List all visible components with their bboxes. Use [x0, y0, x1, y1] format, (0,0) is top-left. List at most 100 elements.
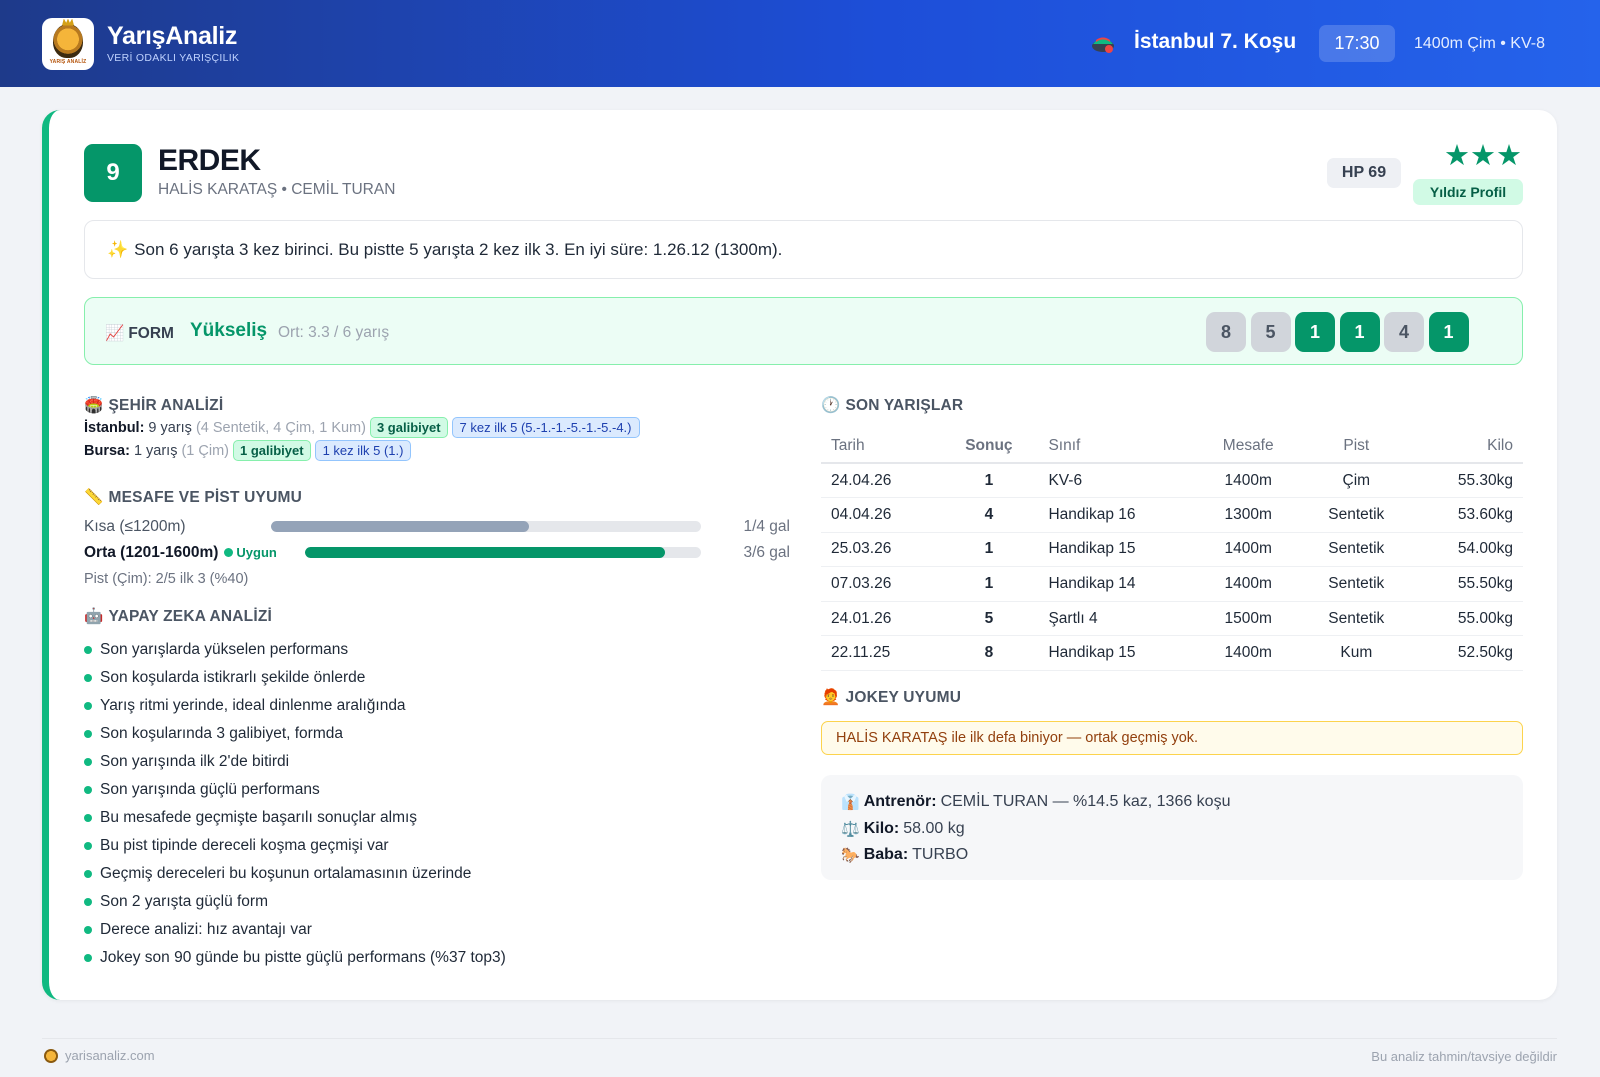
bullet-icon	[84, 730, 92, 738]
sire-line: 🐎 Baba: TURBO	[841, 846, 969, 865]
race-meta: 1400m Çim • KV-8	[1414, 35, 1545, 52]
ai-insight-item: Derece analizi: hız avantajı var	[84, 916, 506, 944]
col-weight[interactable]: Kilo	[1412, 429, 1523, 464]
ai-insight-item: Son koşularında 3 galibiyet, formda	[84, 720, 506, 748]
cell-date: 24.04.26	[821, 463, 940, 499]
bullet-icon	[84, 870, 92, 878]
top5-tag: 1 kez ilk 5 (1.)	[314, 440, 412, 461]
trainer-line: 👔 Antrenör: CEMİL TURAN — %14.5 kaz, 1366 …	[841, 793, 1231, 812]
scale-icon: ⚖️	[841, 820, 860, 838]
col-result[interactable]: Sonuç	[939, 429, 1039, 464]
logo-mini-icon	[44, 1048, 58, 1063]
ruler-icon: 📏	[84, 489, 104, 506]
bullet-icon	[84, 758, 92, 766]
cell-result: 1	[939, 566, 1039, 602]
bullet-icon	[84, 954, 92, 962]
cell-distance: 1300m	[1196, 497, 1301, 533]
cell-class: Şartlı 4	[1038, 601, 1197, 637]
ai-insight-item: Son yarışında ilk 2'de bitirdi	[84, 748, 506, 776]
ai-insight-item: Bu mesafede geçmişte başarılı sonuçlar a…	[84, 804, 506, 832]
col-class[interactable]: Sınıf	[1038, 429, 1197, 464]
cell-weight: 54.00kg	[1412, 532, 1523, 568]
bullet-icon	[84, 786, 92, 794]
wins-tag: 3 galibiyet	[369, 417, 448, 438]
ai-analysis-title: 🤖 YAPAY ZEKA ANALİZİ	[84, 608, 273, 625]
logo[interactable]: YARIŞ ANALİZ	[42, 18, 94, 70]
bullet-icon	[84, 646, 92, 654]
cell-distance: 1500m	[1196, 601, 1301, 637]
cell-date: 22.11.25	[821, 635, 940, 672]
footer-site[interactable]: yarisanaliz.com	[44, 1048, 155, 1063]
bullet-icon	[84, 898, 92, 906]
cell-track: Kum	[1300, 635, 1413, 672]
form-panel: 📈 FORM Yükseliş Ort: 3.3 / 6 yarış 851141	[84, 297, 1523, 365]
form-trend: Yükseliş	[190, 320, 268, 341]
cell-track: Sentetik	[1300, 532, 1413, 568]
horse-number-badge: 9	[84, 144, 142, 202]
cell-track: Çim	[1300, 463, 1413, 499]
summary-box: ✨ Son 6 yarışta 3 kez birinci. Bu pistte…	[84, 220, 1523, 279]
city-analysis-title: 🏟️ ŞEHİR ANALİZİ	[84, 397, 224, 414]
horse-icon: 🐎	[841, 847, 860, 865]
cell-track: Sentetik	[1300, 566, 1413, 602]
cell-result: 8	[939, 635, 1039, 672]
tie-icon: 👔	[841, 794, 860, 812]
table-row[interactable]: 24.01.26 5 Şartlı 4 1500m Sentetik 55.00kg	[821, 601, 1523, 637]
cell-track: Sentetik	[1300, 497, 1413, 533]
col-distance[interactable]: Mesafe	[1196, 429, 1301, 464]
cell-distance: 1400m	[1196, 566, 1301, 602]
table-header-row: Tarih Sonuç Sınıf Mesafe Pist Kilo	[821, 429, 1523, 464]
ai-insight-item: Son yarışlarda yükselen performans	[84, 636, 506, 664]
ai-insights-list: Son yarışlarda yükselen performans Son ko…	[84, 636, 506, 972]
table-row[interactable]: 25.03.26 1 Handikap 15 1400m Sentetik 54.00kg	[821, 532, 1523, 568]
cell-class: Handikap 15	[1038, 635, 1197, 672]
top-header: YARIŞ ANALİZ YarışAnaliz VERİ ODAKLI YAR…	[0, 0, 1600, 87]
table-row[interactable]: 22.11.25 8 Handikap 15 1400m Kum 52.50kg	[821, 635, 1523, 672]
cell-class: Handikap 14	[1038, 566, 1197, 602]
ai-insight-item: Son koşularda istikrarlı şekilde önlerde	[84, 664, 506, 692]
cell-distance: 1400m	[1196, 635, 1301, 672]
weight-line: ⚖️ Kilo: 58.00 kg	[841, 819, 965, 838]
footer-divider	[42, 1038, 1557, 1039]
recent-races-title: 🕐 SON YARIŞLAR	[821, 397, 964, 414]
distance-short-count: 1/4 gal	[743, 518, 790, 535]
wins-tag: 1 galibiyet	[232, 440, 311, 461]
ai-insight-item: Geçmiş dereceleri bu koşunun ortalamasın…	[84, 860, 506, 888]
ai-insight-item: Son yarışında güçlü performans	[84, 776, 506, 804]
ai-insight-item: Son 2 yarışta güçlü form	[84, 888, 506, 916]
cell-result: 1	[939, 463, 1039, 499]
city-row-istanbul: İstanbul: 9 yarış (4 Sentetik, 4 Çim, 1 Ku…	[84, 417, 640, 438]
form-result-chip: 1	[1339, 312, 1380, 352]
form-result-chip: 5	[1250, 312, 1291, 352]
col-date[interactable]: Tarih	[821, 429, 940, 464]
ai-insight-item: Yarış ritmi yerinde, ideal dinlenme aral…	[84, 692, 506, 720]
form-result-chip: 1	[1428, 312, 1469, 352]
col-track[interactable]: Pist	[1300, 429, 1413, 464]
clock-icon: 🕐	[821, 397, 841, 414]
distance-short-label: Kısa (≤1200m)	[84, 518, 186, 535]
details-box: 👔 Antrenör: CEMİL TURAN — %14.5 kaz, 1366 …	[821, 775, 1523, 880]
bullet-icon	[84, 926, 92, 934]
form-average: Ort: 3.3 / 6 yarış	[278, 324, 390, 341]
table-row[interactable]: 24.04.26 1 KV-6 1400m Çim 55.30kg	[821, 463, 1523, 499]
distance-mid-label: Orta (1201-1600m) Uygun	[84, 544, 277, 561]
cell-weight: 55.00kg	[1412, 601, 1523, 637]
recent-races-table: Tarih Sonuç Sınıf Mesafe Pist Kilo 24.04…	[821, 429, 1523, 672]
cell-date: 25.03.26	[821, 532, 940, 568]
bullet-icon	[84, 702, 92, 710]
chart-up-icon: 📈	[105, 325, 125, 342]
ai-insight-item: Bu pist tipinde dereceli koşma geçmişi v…	[84, 832, 506, 860]
cell-track: Sentetik	[1300, 601, 1413, 637]
bar-fill	[271, 521, 529, 532]
brand-name[interactable]: YarışAnaliz	[107, 22, 237, 51]
form-result-chip: 8	[1206, 312, 1246, 352]
brand-tagline: VERİ ODAKLI YARIŞÇILIK	[107, 52, 240, 64]
cell-result: 5	[939, 601, 1039, 637]
form-label: 📈 FORM	[105, 325, 174, 342]
table-row[interactable]: 04.04.26 4 Handikap 16 1300m Sentetik 53.60kg	[821, 497, 1523, 533]
cell-weight: 52.50kg	[1412, 635, 1523, 672]
summary-text: Son 6 yarışta 3 kez birinci. Bu pistte 5…	[134, 239, 783, 259]
cell-weight: 53.60kg	[1412, 497, 1523, 533]
table-row[interactable]: 07.03.26 1 Handikap 14 1400m Sentetik 55.50kg	[821, 566, 1523, 602]
jockey-cap-icon	[1092, 37, 1114, 53]
